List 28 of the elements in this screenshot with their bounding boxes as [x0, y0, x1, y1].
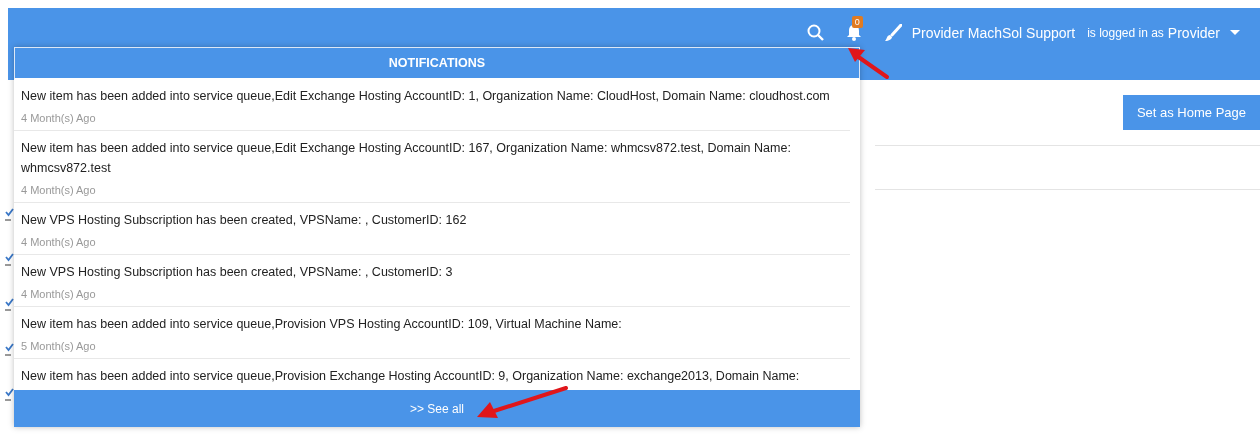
search-icon[interactable]: [806, 24, 824, 41]
notification-item[interactable]: New VPS Hosting Subscription has been created, VPSName: , CustomerID: 162 4 Month(s) Ago: [14, 203, 850, 255]
logged-in-label: is logged in as: [1087, 25, 1164, 40]
check-icon: [5, 343, 15, 359]
check-icon: [5, 208, 15, 224]
notification-time: 4 Month(s) Ago: [21, 287, 97, 301]
notification-message: New item has been added into service queue,Provision Exchange Hosting AccountID: 9, Organization Name: exchange2013, Domain Name:: [21, 368, 801, 385]
notification-time: 4 Month(s) Ago: [21, 111, 97, 125]
notification-message: New item has been added into service queue,Provision VPS Hosting AccountID: 109, Virtual Machine Name:: [21, 316, 623, 333]
caret-icon[interactable]: [1230, 29, 1240, 36]
notification-time: 4 Month(s) Ago: [21, 183, 97, 197]
notification-item[interactable]: New VPS Hosting Subscription has been created, VPSName: , CustomerID: 3 4 Month(s) Ago: [14, 255, 850, 307]
notification-message: New item has been added into service queue,Edit Exchange Hosting AccountID: 167, Organization Name: whmcsv872.test, Domain Name: whmcsv872.test: [21, 140, 792, 177]
notification-message: New item has been added into service queue,Edit Exchange Hosting AccountID: 1, Organization Name: CloudHost, Domain Name: cloudhost.com: [21, 88, 831, 105]
check-icon: [5, 253, 15, 269]
check-icon: [5, 298, 15, 314]
notification-badge: 0: [851, 16, 863, 28]
panel-title: NOTIFICATIONS: [14, 47, 860, 79]
notification-item[interactable]: New item has been added into service queue,Edit Exchange Hosting AccountID: 1, Organization Name: CloudHost, Domain Name: cloudhost.com 4 Month(s) Ago: [14, 79, 850, 131]
brush-icon[interactable]: [883, 23, 902, 42]
check-icon: [5, 388, 15, 404]
notification-message: New VPS Hosting Subscription has been created, VPSName: , CustomerID: 162: [21, 212, 468, 229]
notification-item[interactable]: New item has been added into service queue,Edit Exchange Hosting AccountID: 167, Organization Name: whmcsv872.test, Domain Name: whmcsv872.test 4 Month(s) Ago: [14, 131, 850, 203]
notification-message: New VPS Hosting Subscription has been created, VPSName: , CustomerID: 3: [21, 264, 454, 281]
notification-time: 5 Month(s) Ago: [21, 339, 97, 353]
annotation-arrow: [848, 48, 889, 79]
notification-time: 4 Month(s) Ago: [21, 235, 97, 249]
notification-item[interactable]: New item has been added into service queue,Provision VPS Hosting AccountID: 109, Virtual Machine Name: 5 Month(s) Ago: [14, 307, 850, 359]
